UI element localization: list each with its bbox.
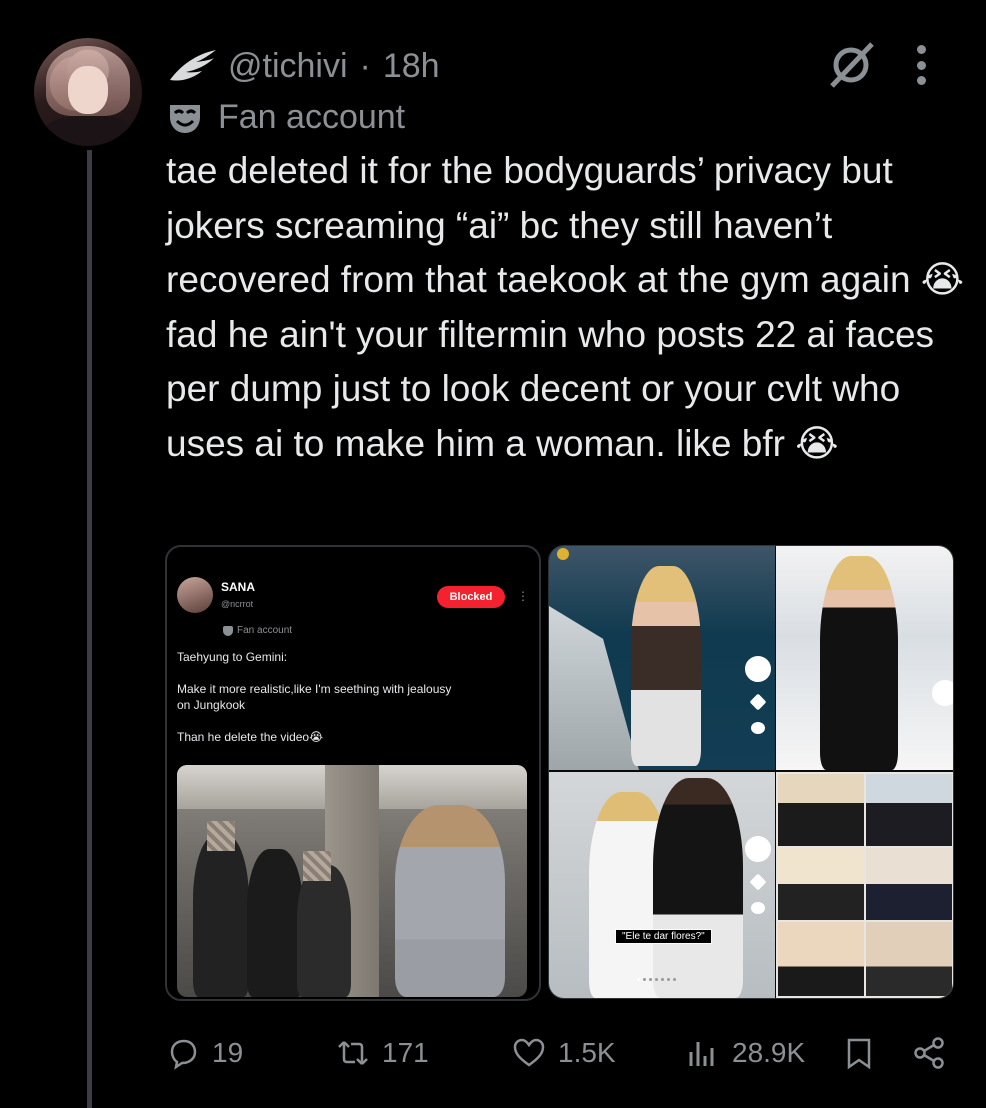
collage-photo-grid (776, 772, 953, 998)
separator: · (359, 46, 371, 85)
like-icon (513, 1038, 545, 1067)
quoted-mask-icon (223, 625, 233, 636)
mask-icon (170, 104, 200, 133)
quoted-more-icon: ⋮ (517, 589, 529, 603)
blocked-button: Blocked (437, 586, 505, 608)
collage-photo-boat (549, 546, 775, 770)
grok-icon[interactable] (826, 40, 876, 90)
quoted-name: SANA (221, 580, 256, 594)
share-icon (914, 1037, 944, 1069)
reply-count: 19 (212, 1037, 244, 1068)
quoted-account-label: Fan account (223, 625, 292, 636)
repost-icon (338, 1041, 368, 1065)
action-bar: 19 171 1.5K 28.9K (166, 1030, 956, 1076)
quoted-screenshot-image[interactable]: SANA @ncrrot Blocked ⋮ Fan account Taehy… (165, 545, 541, 1001)
quoted-label-text: Fan account (237, 625, 293, 636)
post-top-icons (826, 40, 928, 90)
post-time[interactable]: 18h (383, 47, 440, 86)
account-label-text: Fan account (218, 98, 406, 136)
gym-photo (177, 765, 527, 997)
quoted-avatar (177, 577, 213, 613)
reply-button[interactable]: 19 (166, 1030, 243, 1076)
views-button[interactable]: 28.9K (686, 1030, 805, 1076)
reply-icon (170, 1039, 197, 1070)
tiktok-collage-image[interactable]: "Ele te dar flores?" (548, 545, 954, 999)
avatar[interactable] (34, 38, 142, 146)
views-icon (689, 1042, 714, 1066)
quoted-text: Taehyung to Gemini: Make it more realist… (177, 650, 452, 744)
collage-photo-snow (776, 546, 953, 770)
collage-caption: "Ele te dar flores?" (615, 929, 712, 944)
repost-count: 171 (382, 1037, 429, 1068)
more-icon[interactable] (914, 45, 928, 85)
post-body: tae deleted it for the bodyguards’ priva… (166, 150, 975, 464)
collage-side-icons (745, 656, 771, 734)
repost-button[interactable]: 171 (336, 1030, 429, 1076)
feather-wing-icon (170, 50, 216, 81)
collage-photo-couple (549, 772, 775, 998)
author-handle[interactable]: @tichivi (228, 47, 348, 86)
post-header: @tichivi · 18h (166, 46, 440, 86)
bookmark-icon (847, 1038, 871, 1070)
bookmark-button[interactable] (842, 1030, 876, 1076)
views-count: 28.9K (732, 1037, 806, 1068)
carousel-dots (637, 978, 676, 981)
like-count: 1.5K (558, 1037, 616, 1068)
account-label: Fan account (166, 98, 405, 137)
quoted-handle: @ncrrot (221, 599, 254, 609)
thread-line (87, 150, 92, 1108)
like-button[interactable]: 1.5K (512, 1030, 616, 1076)
share-button[interactable] (912, 1030, 946, 1076)
